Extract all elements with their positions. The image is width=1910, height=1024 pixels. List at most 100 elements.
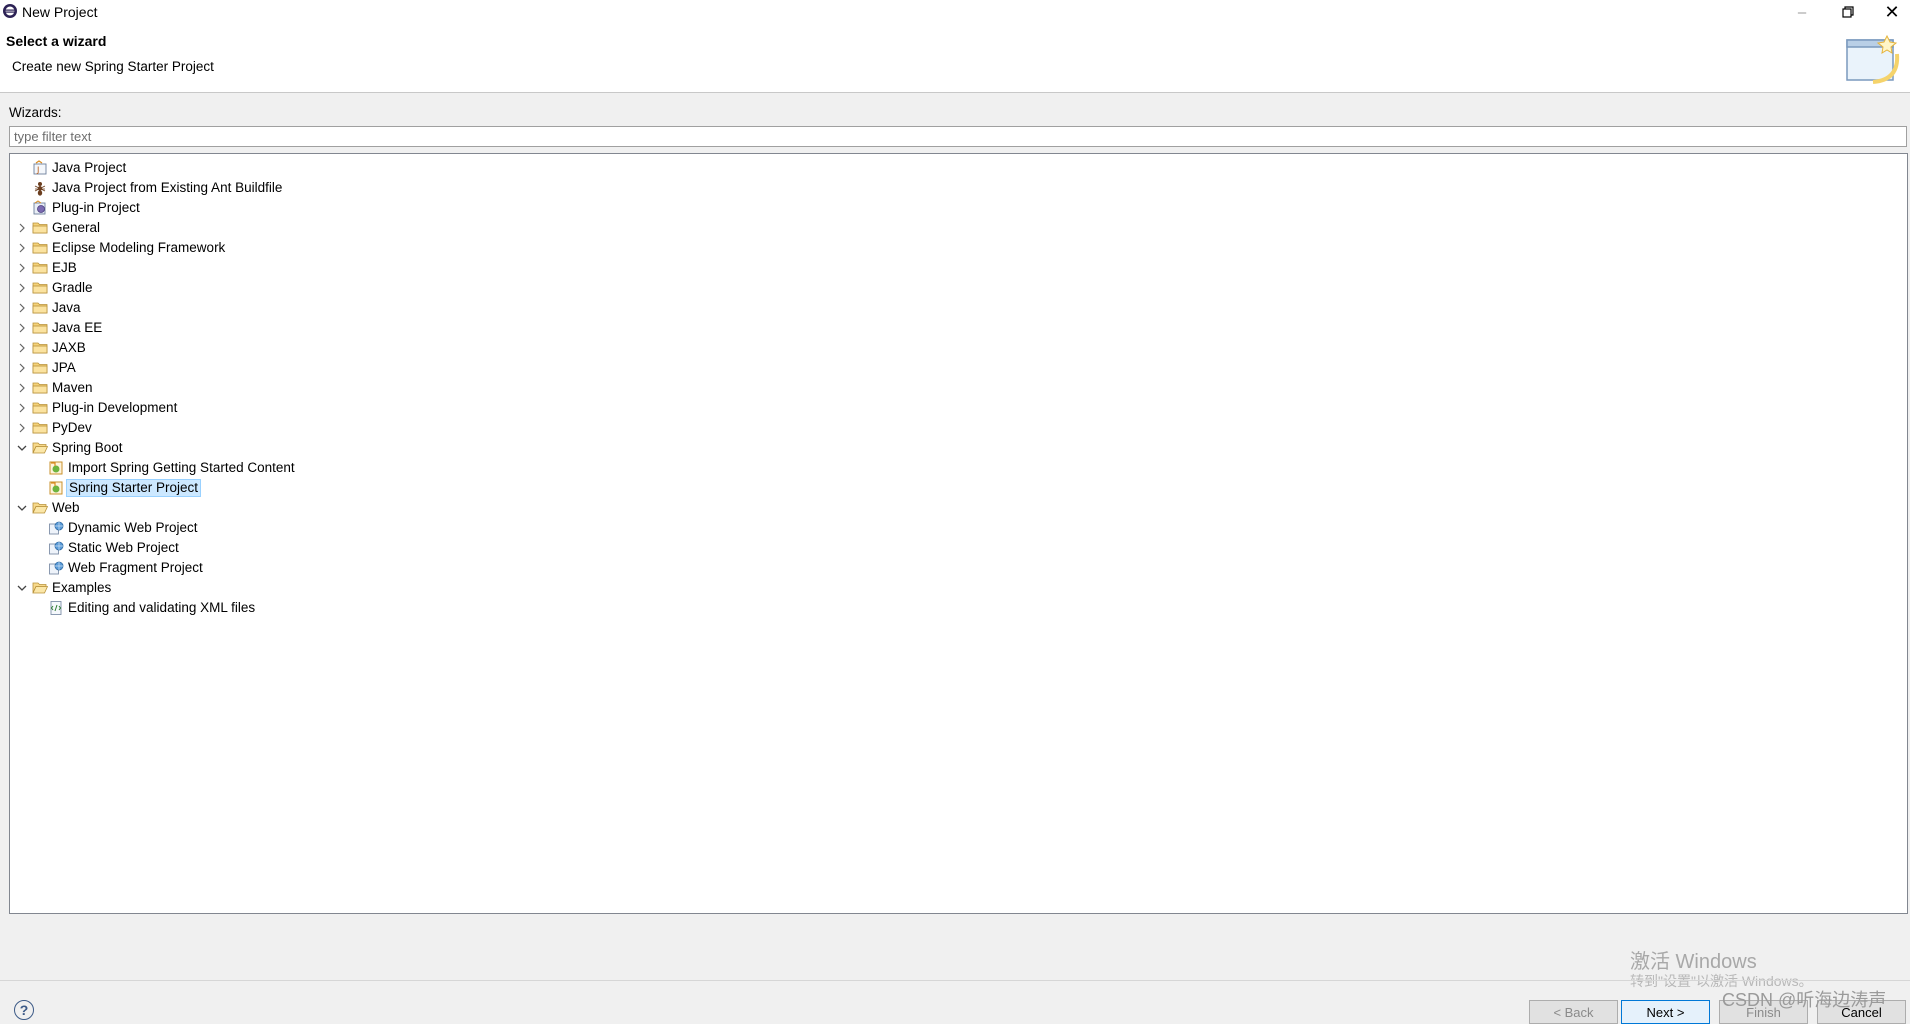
tree-item-label: Java EE bbox=[52, 320, 103, 335]
tree-item-label: JPA bbox=[52, 360, 76, 375]
tree-item-web[interactable]: Web bbox=[10, 498, 1907, 518]
restore-icon[interactable] bbox=[1828, 0, 1868, 24]
xml-example-icon bbox=[48, 600, 64, 616]
folder-icon bbox=[32, 380, 48, 396]
tree-item-label: Plug-in Project bbox=[52, 200, 140, 215]
minimize-icon[interactable]: – bbox=[1782, 0, 1822, 24]
tree-item-import-spring-getting-started-content[interactable]: Import Spring Getting Started Content bbox=[10, 458, 1907, 478]
chevron-down-icon[interactable] bbox=[16, 498, 28, 518]
chevron-down-icon[interactable] bbox=[16, 578, 28, 598]
tree-item-ejb[interactable]: EJB bbox=[10, 258, 1907, 278]
tree-item-label: Java bbox=[52, 300, 81, 315]
tree-item-java-project[interactable]: J Java Project bbox=[10, 158, 1907, 178]
tree-item-label: Spring Boot bbox=[52, 440, 123, 455]
tree-item-spring-starter-project[interactable]: Spring Starter Project bbox=[10, 478, 1907, 498]
tree-item-gradle[interactable]: Gradle bbox=[10, 278, 1907, 298]
title-bar: New Project – ✕ bbox=[0, 0, 1910, 24]
tree-item-label: Plug-in Development bbox=[52, 400, 178, 415]
tree-item-label: PyDev bbox=[52, 420, 92, 435]
tree-item-label: Examples bbox=[52, 580, 112, 595]
tree-item-maven[interactable]: Maven bbox=[10, 378, 1907, 398]
tree-item-label: General bbox=[52, 220, 101, 235]
spring-starter-icon bbox=[48, 480, 64, 496]
folder-icon bbox=[32, 320, 48, 336]
tree-item-label: Web Fragment Project bbox=[68, 560, 203, 575]
eclipse-app-icon bbox=[3, 4, 17, 18]
close-icon[interactable]: ✕ bbox=[1872, 0, 1910, 24]
chevron-right-icon[interactable] bbox=[16, 318, 28, 338]
folder-icon bbox=[32, 360, 48, 376]
tree-item-plug-in-development[interactable]: Plug-in Development bbox=[10, 398, 1907, 418]
chevron-right-icon[interactable] bbox=[16, 418, 28, 438]
chevron-right-icon[interactable] bbox=[16, 238, 28, 258]
tree-item-editing-and-validating-xml-files[interactable]: Editing and validating XML files bbox=[10, 598, 1907, 618]
plugin-project-icon bbox=[32, 200, 48, 216]
tree-item-label: Maven bbox=[52, 380, 93, 395]
tree-item-label: Static Web Project bbox=[68, 540, 179, 555]
java-project-icon: J bbox=[32, 160, 48, 176]
chevron-right-icon[interactable] bbox=[16, 398, 28, 418]
tree-item-java-ee[interactable]: Java EE bbox=[10, 318, 1907, 338]
folder-icon bbox=[32, 220, 48, 236]
folder-icon bbox=[32, 300, 48, 316]
chevron-right-icon[interactable] bbox=[16, 338, 28, 358]
tree-item-plug-in-project[interactable]: Plug-in Project bbox=[10, 198, 1907, 218]
tree-item-label: Import Spring Getting Started Content bbox=[68, 460, 295, 475]
chevron-right-icon[interactable] bbox=[16, 278, 28, 298]
folder-icon bbox=[32, 260, 48, 276]
tree-item-label: EJB bbox=[52, 260, 77, 275]
tree-item-pydev[interactable]: PyDev bbox=[10, 418, 1907, 438]
folder-icon bbox=[32, 280, 48, 296]
tree-item-general[interactable]: General bbox=[10, 218, 1907, 238]
folder-open-icon bbox=[32, 440, 49, 456]
back-button[interactable]: < Back bbox=[1529, 1000, 1618, 1024]
folder-open-icon bbox=[32, 500, 49, 516]
tree-item-java[interactable]: Java bbox=[10, 298, 1907, 318]
tree-item-java-project-from-existing-ant-buildfile[interactable]: Java Project from Existing Ant Buildfile bbox=[10, 178, 1907, 198]
chevron-down-icon[interactable] bbox=[16, 438, 28, 458]
csdn-watermark: CSDN @听海边涛声 bbox=[1722, 990, 1887, 1010]
tree-item-examples[interactable]: Examples bbox=[10, 578, 1907, 598]
web-fragment-project-icon bbox=[48, 560, 64, 576]
tree-item-eclipse-modeling-framework[interactable]: Eclipse Modeling Framework bbox=[10, 238, 1907, 258]
new-wizard-banner-icon bbox=[1846, 34, 1900, 84]
window-title: New Project bbox=[22, 4, 98, 20]
tree-item-label: Eclipse Modeling Framework bbox=[52, 240, 226, 255]
next-button[interactable]: Next > bbox=[1621, 1000, 1710, 1024]
wizard-header: Select a wizard Create new Spring Starte… bbox=[0, 24, 1910, 93]
svg-text:J: J bbox=[36, 166, 39, 175]
spring-import-icon bbox=[48, 460, 64, 476]
wizard-tree[interactable]: J Java Project Java Project from Existing … bbox=[9, 153, 1908, 914]
header-description: Create new Spring Starter Project bbox=[12, 59, 214, 74]
tree-item-label: Dynamic Web Project bbox=[68, 520, 198, 535]
help-icon[interactable]: ? bbox=[14, 1000, 34, 1020]
folder-icon bbox=[32, 400, 48, 416]
chevron-right-icon[interactable] bbox=[16, 358, 28, 378]
folder-open-icon bbox=[32, 580, 49, 596]
tree-item-web-fragment-project[interactable]: Web Fragment Project bbox=[10, 558, 1907, 578]
chevron-right-icon[interactable] bbox=[16, 258, 28, 278]
tree-item-jpa[interactable]: JPA bbox=[10, 358, 1907, 378]
folder-icon bbox=[32, 420, 48, 436]
bottom-separator bbox=[0, 980, 1910, 981]
tree-item-spring-boot[interactable]: Spring Boot bbox=[10, 438, 1907, 458]
wizards-label: Wizards: bbox=[9, 105, 62, 120]
tree-item-label: Java Project from Existing Ant Buildfile bbox=[52, 180, 283, 195]
tree-item-static-web-project[interactable]: Static Web Project bbox=[10, 538, 1907, 558]
filter-input[interactable] bbox=[9, 126, 1907, 147]
dynamic-web-project-icon bbox=[48, 520, 64, 536]
folder-icon bbox=[32, 240, 48, 256]
tree-item-label: Web bbox=[52, 500, 80, 515]
chevron-right-icon[interactable] bbox=[16, 218, 28, 238]
chevron-right-icon[interactable] bbox=[16, 378, 28, 398]
tree-item-label: Java Project bbox=[52, 160, 127, 175]
activation-watermark-title: 激活 Windows bbox=[1630, 951, 1757, 973]
tree-item-dynamic-web-project[interactable]: Dynamic Web Project bbox=[10, 518, 1907, 538]
folder-icon bbox=[32, 340, 48, 356]
chevron-right-icon[interactable] bbox=[16, 298, 28, 318]
tree-item-label: Spring Starter Project bbox=[66, 479, 202, 497]
tree-item-jaxb[interactable]: JAXB bbox=[10, 338, 1907, 358]
ant-buildfile-icon bbox=[32, 180, 48, 196]
header-title: Select a wizard bbox=[6, 33, 107, 49]
static-web-project-icon bbox=[48, 540, 64, 556]
